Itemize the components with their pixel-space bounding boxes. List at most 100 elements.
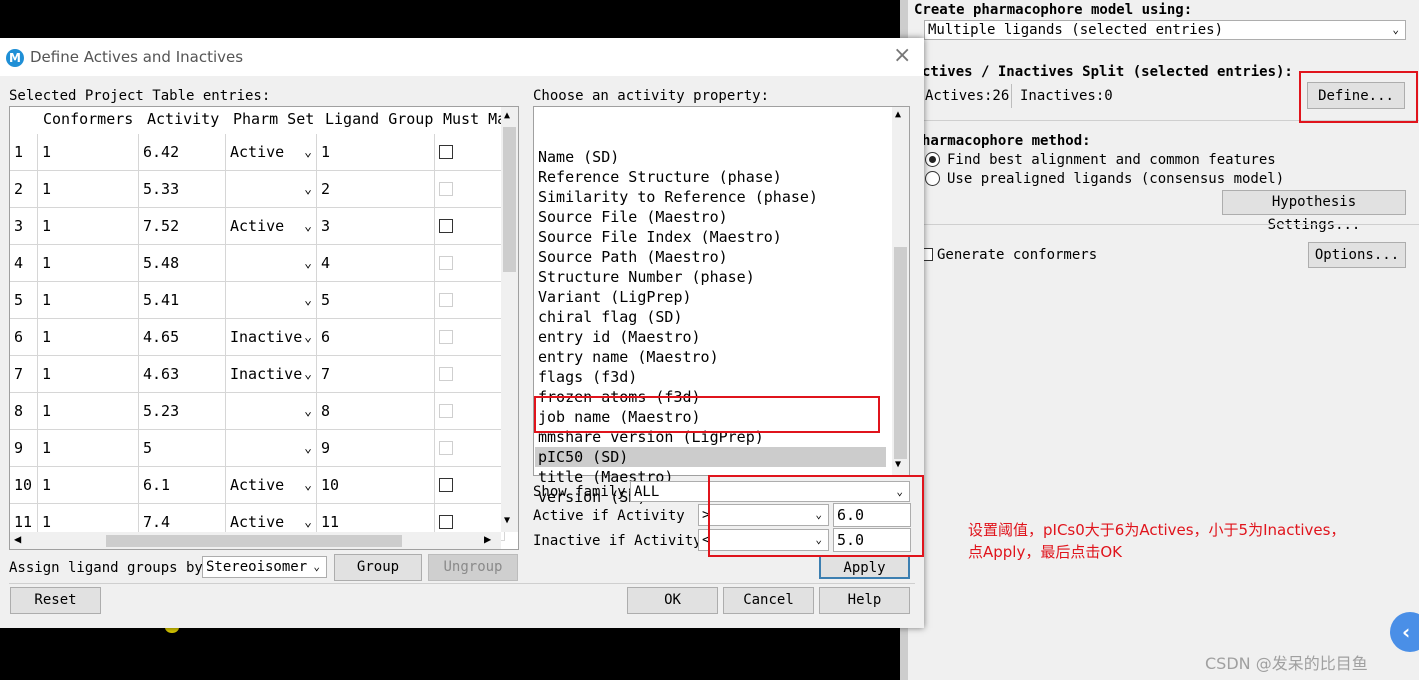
property-vscrollbar[interactable]: ▲ ▼ xyxy=(892,107,909,475)
apply-button[interactable]: Apply xyxy=(819,555,910,579)
must-match-checkbox[interactable] xyxy=(439,145,453,159)
table-row[interactable]: 6 1 4.65 Inactive ⌄ 6 xyxy=(10,319,510,356)
must-match-checkbox[interactable] xyxy=(439,515,453,529)
active-threshold-input[interactable]: 6.0 xyxy=(833,503,911,527)
help-button[interactable]: Help xyxy=(819,587,910,614)
property-item[interactable]: Reference Structure (phase) xyxy=(538,167,782,187)
property-item[interactable]: Similarity to Reference (phase) xyxy=(538,187,818,207)
assign-groups-select[interactable]: Stereoisomer ⌄ xyxy=(202,556,327,578)
must-match-checkbox[interactable] xyxy=(439,367,453,381)
inactive-operator-select[interactable]: < ⌄ xyxy=(698,529,829,551)
col-header-activity[interactable]: Activity xyxy=(147,110,219,128)
cell-ligand-group-value: 5 xyxy=(321,291,331,309)
close-icon[interactable]: × xyxy=(893,43,911,68)
cell-conformers-value: 1 xyxy=(42,402,52,420)
radio-best-alignment[interactable] xyxy=(925,152,940,167)
property-item[interactable]: frozen atoms (f3d) xyxy=(538,387,701,407)
cell-activity: 5 xyxy=(139,430,226,467)
property-item[interactable]: pIC50 (SD) xyxy=(535,447,886,467)
cell-pharm-set[interactable]: Inactive ⌄ xyxy=(226,356,317,393)
table-hscrollbar[interactable]: ◀ ▶ xyxy=(10,532,501,549)
options-button[interactable]: Options... xyxy=(1308,242,1406,268)
define-button[interactable]: Define... xyxy=(1307,82,1405,109)
must-match-checkbox[interactable] xyxy=(439,330,453,344)
inactive-threshold-input[interactable]: 5.0 xyxy=(833,528,911,552)
cell-activity: 5.41 xyxy=(139,282,226,319)
table-row[interactable]: 7 1 4.63 Inactive ⌄ 7 xyxy=(10,356,510,393)
cell-ligand-group: 4 xyxy=(317,245,435,282)
col-header-conformers[interactable]: Conformers xyxy=(43,110,133,128)
property-label: Choose an activity property: xyxy=(533,88,770,104)
property-item[interactable]: job name (Maestro) xyxy=(538,407,701,427)
col-header-pharm-set[interactable]: Pharm Set xyxy=(233,110,314,128)
property-item[interactable]: Structure Number (phase) xyxy=(538,267,755,287)
must-match-checkbox[interactable] xyxy=(439,256,453,270)
table-row[interactable]: 10 1 6.1 Active ⌄ 10 xyxy=(10,467,510,504)
show-family-select[interactable]: ALL ⌄ xyxy=(630,481,910,502)
cell-conformers: 1 xyxy=(38,282,139,319)
scroll-thumb[interactable] xyxy=(503,127,516,272)
table-row[interactable]: 3 1 7.52 Active ⌄ 3 xyxy=(10,208,510,245)
reset-button[interactable]: Reset xyxy=(10,587,101,614)
chevron-down-icon: ⌄ xyxy=(304,441,312,456)
chevron-down-icon: ⌄ xyxy=(304,367,312,382)
cell-pharm-set[interactable]: ⌄ xyxy=(226,430,317,467)
must-match-checkbox[interactable] xyxy=(439,441,453,455)
cell-pharm-set[interactable]: Active ⌄ xyxy=(226,467,317,504)
cell-conformers: 1 xyxy=(38,245,139,282)
property-item[interactable]: chiral flag (SD) xyxy=(538,307,683,327)
table-row[interactable]: 1 1 6.42 Active ⌄ 1 xyxy=(10,134,510,171)
must-match-checkbox[interactable] xyxy=(439,478,453,492)
chevron-down-icon: ⌄ xyxy=(896,485,903,498)
cell-conformers-value: 1 xyxy=(42,180,52,198)
cell-pharm-set[interactable]: Active ⌄ xyxy=(226,134,317,171)
scroll-thumb[interactable] xyxy=(894,247,907,459)
ok-button[interactable]: OK xyxy=(627,587,718,614)
property-item[interactable]: Source Path (Maestro) xyxy=(538,247,728,267)
group-button[interactable]: Group xyxy=(334,554,422,581)
cell-ligand-group: 9 xyxy=(317,430,435,467)
table-row[interactable]: 8 1 5.23 ⌄ 8 xyxy=(10,393,510,430)
hscroll-thumb[interactable] xyxy=(106,535,402,547)
property-item[interactable]: Source File Index (Maestro) xyxy=(538,227,782,247)
cell-must-match xyxy=(435,319,505,356)
must-match-checkbox[interactable] xyxy=(439,404,453,418)
cell-pharm-set[interactable]: ⌄ xyxy=(226,245,317,282)
property-item[interactable]: Variant (LigPrep) xyxy=(538,287,692,307)
cell-pharm-set[interactable]: Active ⌄ xyxy=(226,208,317,245)
active-operator-select[interactable]: > ⌄ xyxy=(698,504,829,526)
chevron-right-icon: ▶ xyxy=(484,532,492,546)
property-item[interactable]: Source File (Maestro) xyxy=(538,207,728,227)
cell-pharm-set[interactable]: ⌄ xyxy=(226,393,317,430)
cancel-button[interactable]: Cancel xyxy=(723,587,814,614)
property-item[interactable]: Name (SD) xyxy=(538,147,619,167)
collapse-button[interactable]: ‹ xyxy=(1390,612,1419,652)
cell-ligand-group-value: 10 xyxy=(321,476,340,494)
col-header-ligand-group[interactable]: Ligand Group xyxy=(325,110,433,128)
must-match-checkbox[interactable] xyxy=(439,293,453,307)
col-header-must-match[interactable]: Must Ma xyxy=(443,110,506,128)
table-row[interactable]: 4 1 5.48 ⌄ 4 xyxy=(10,245,510,282)
radio-prealigned[interactable] xyxy=(925,171,940,186)
cell-conformers-value: 1 xyxy=(42,439,52,457)
table-row[interactable]: 9 1 5 ⌄ 9 xyxy=(10,430,510,467)
property-item[interactable]: entry name (Maestro) xyxy=(538,347,719,367)
cell-pharm-set[interactable]: Inactive ⌄ xyxy=(226,319,317,356)
property-item[interactable]: mmshare version (LigPrep) xyxy=(538,427,764,447)
table-row[interactable]: 2 1 5.33 ⌄ 2 xyxy=(10,171,510,208)
property-item[interactable]: flags (f3d) xyxy=(538,367,637,387)
must-match-checkbox[interactable] xyxy=(439,219,453,233)
table-row[interactable]: 5 1 5.41 ⌄ 5 xyxy=(10,282,510,319)
cell-pharm-set[interactable]: ⌄ xyxy=(226,282,317,319)
must-match-checkbox[interactable] xyxy=(439,182,453,196)
show-family-value: ALL xyxy=(634,484,660,500)
cell-pharm-set[interactable]: ⌄ xyxy=(226,171,317,208)
ungroup-button[interactable]: Ungroup xyxy=(428,554,518,581)
table-vscrollbar[interactable]: ▲ ▼ xyxy=(501,107,518,532)
create-model-select[interactable]: Multiple ligands (selected entries) ⌄ xyxy=(924,20,1406,40)
cell-conformers: 1 xyxy=(38,393,139,430)
property-item[interactable]: entry id (Maestro) xyxy=(538,327,701,347)
hypothesis-settings-button[interactable]: Hypothesis Settings... xyxy=(1222,190,1406,233)
active-if-label: Active if Activity xyxy=(533,508,685,524)
chevron-down-icon: ⌄ xyxy=(815,533,822,546)
